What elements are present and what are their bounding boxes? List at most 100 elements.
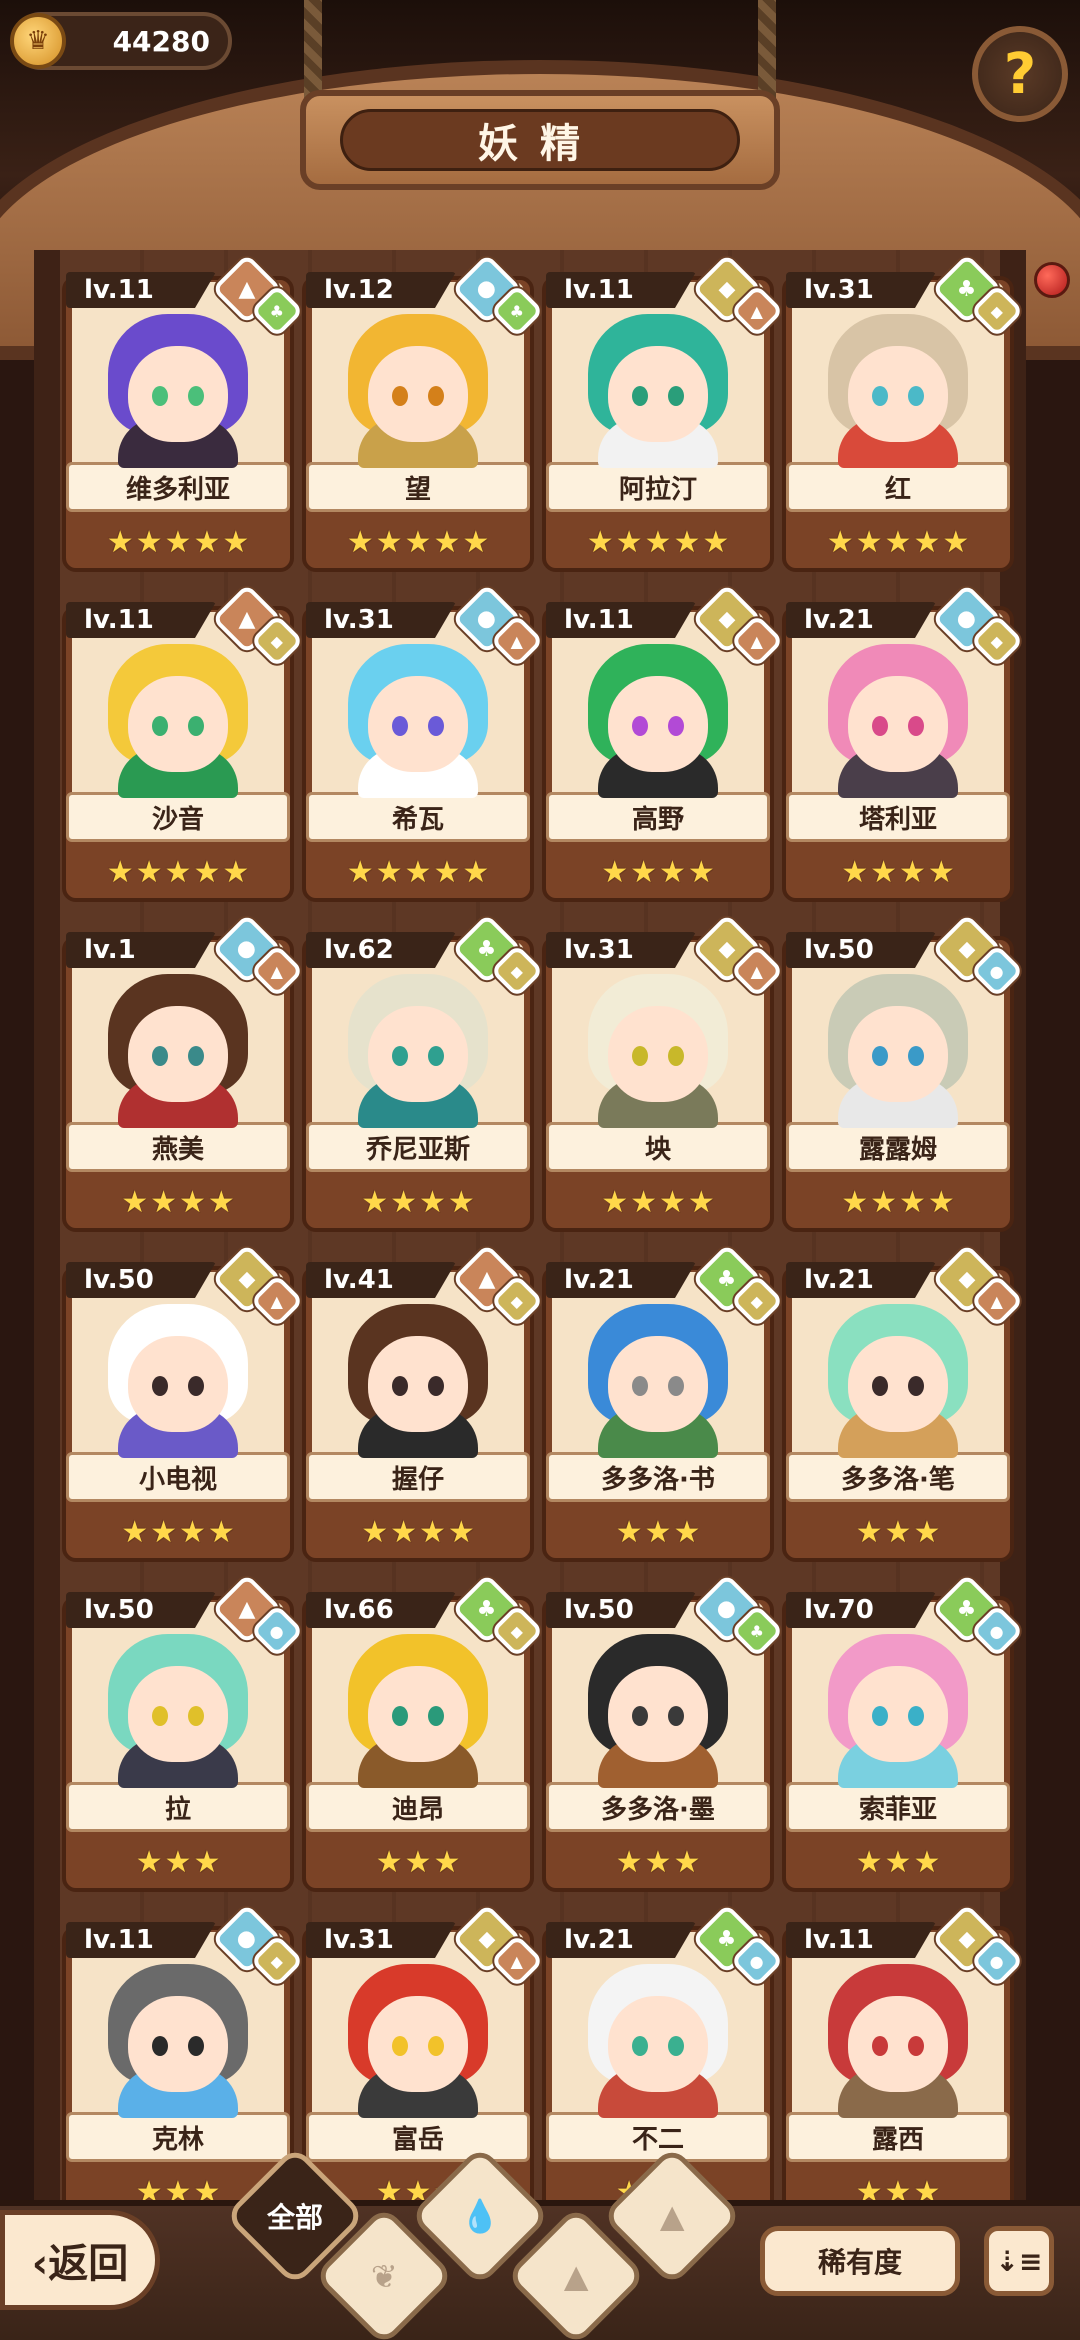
star-icon: ★	[644, 1514, 672, 1550]
help-button[interactable]: ?	[972, 26, 1068, 122]
fairy-face	[608, 1006, 708, 1102]
fairy-eye	[908, 1706, 924, 1726]
fairy-face	[128, 1996, 228, 2092]
star-icon: ★	[193, 524, 221, 560]
star-icon: ★	[826, 524, 854, 560]
star-icon: ★	[841, 1184, 869, 1220]
fairy-card[interactable]: lv.11 ▲ ♣ 维多利亚 ★ ★ ★ ★ ★	[62, 253, 304, 574]
fairy-portrait	[816, 308, 980, 468]
fairy-eye	[668, 386, 684, 406]
fairy-eye	[428, 1376, 444, 1396]
fairy-card[interactable]: lv.11 ● ◆ 克林 ★ ★ ★	[62, 1903, 304, 2224]
fairy-eye	[188, 1376, 204, 1396]
level-badge: lv.11	[546, 602, 696, 638]
fairy-card[interactable]: lv.1 ● ▲ 燕美 ★ ★ ★ ★	[62, 913, 304, 1234]
star-icon: ★	[462, 854, 490, 890]
star-icon: ★	[855, 1514, 883, 1550]
level-badge: lv.11	[66, 1922, 216, 1958]
fairy-card[interactable]: lv.66 ♣ ◆ 迪昂 ★ ★ ★	[302, 1573, 544, 1894]
sort-order-button[interactable]: ⇣≡	[984, 2226, 1054, 2296]
fairy-eye	[152, 1376, 168, 1396]
star-icon: ★	[644, 1844, 672, 1880]
rarity-sort-button[interactable]: 稀有度	[760, 2226, 960, 2296]
star-icon: ★	[601, 1184, 629, 1220]
fairy-eye	[908, 386, 924, 406]
level-badge: lv.70	[786, 1592, 936, 1628]
fairy-card[interactable]: lv.21 ♣ ◆ 多多洛·书 ★ ★ ★	[542, 1243, 784, 1564]
star-icon: ★	[179, 1514, 206, 1550]
fairy-eye	[392, 1376, 408, 1396]
star-icon: ★	[222, 524, 250, 560]
level-badge: lv.11	[66, 602, 216, 638]
star-icon: ★	[615, 1514, 643, 1550]
fairy-face	[848, 1996, 948, 2092]
fairy-card[interactable]: lv.12 ● ♣ 望 ★ ★ ★ ★ ★	[302, 253, 544, 574]
star-icon: ★	[375, 1844, 403, 1880]
fairy-name: 沙音	[66, 792, 290, 842]
fairy-card[interactable]: lv.31 ◆ ▲ 坱 ★ ★ ★ ★	[542, 913, 784, 1234]
fairy-portrait	[816, 1958, 980, 2118]
fairy-card[interactable]: lv.50 ▲ ● 拉 ★ ★ ★	[62, 1573, 304, 1894]
fairy-portrait	[816, 638, 980, 798]
star-icon: ★	[390, 1184, 417, 1220]
fairy-card[interactable]: lv.21 ◆ ▲ 多多洛·笔 ★ ★ ★	[782, 1243, 1024, 1564]
fairy-portrait	[96, 1958, 260, 2118]
fairy-face	[128, 676, 228, 772]
fairy-eye	[188, 386, 204, 406]
back-button[interactable]: ‹返回	[0, 2210, 160, 2310]
level-badge: lv.11	[66, 272, 216, 308]
fairy-name: 索菲亚	[786, 1782, 1010, 1832]
star-rating: ★ ★ ★ ★	[792, 850, 1004, 894]
fairy-portrait	[96, 968, 260, 1128]
fairy-card[interactable]: lv.11 ◆ ▲ 阿拉汀 ★ ★ ★ ★ ★	[542, 253, 784, 574]
star-icon: ★	[135, 854, 163, 890]
level-badge: lv.50	[66, 1262, 216, 1298]
fairy-eye	[632, 2036, 648, 2056]
fairy-name: 富岳	[306, 2112, 530, 2162]
fairy-portrait	[96, 308, 260, 468]
fairy-card[interactable]: lv.11 ◆ ▲ 高野 ★ ★ ★ ★	[542, 583, 784, 904]
fairy-card[interactable]: lv.11 ▲ ◆ 沙音 ★ ★ ★ ★ ★	[62, 583, 304, 904]
star-icon: ★	[419, 1184, 446, 1220]
fairy-card[interactable]: lv.21 ● ◆ 塔利亚 ★ ★ ★ ★	[782, 583, 1024, 904]
fairy-portrait	[576, 1298, 740, 1458]
star-icon: ★	[179, 1184, 206, 1220]
fairy-name: 拉	[66, 1782, 290, 1832]
fairy-card[interactable]: lv.50 ◆ ▲ 小电视 ★ ★ ★ ★	[62, 1243, 304, 1564]
fairy-card[interactable]: lv.62 ♣ ◆ 乔尼亚斯 ★ ★ ★ ★	[302, 913, 544, 1234]
fairy-card[interactable]: lv.41 ▲ ◆ 握仔 ★ ★ ★ ★	[302, 1243, 544, 1564]
star-icon: ★	[121, 1184, 149, 1220]
water-drop-icon: 💧	[460, 2197, 500, 2235]
fairy-card[interactable]: lv.31 ● ▲ 希瓦 ★ ★ ★ ★ ★	[302, 583, 544, 904]
level-badge: lv.31	[306, 602, 456, 638]
star-icon: ★	[375, 524, 403, 560]
star-rating: ★ ★ ★ ★ ★	[552, 520, 764, 564]
fairy-eye	[392, 1046, 408, 1066]
star-icon: ★	[419, 1514, 446, 1550]
fairy-name: 多多洛·笔	[786, 1452, 1010, 1502]
fairy-card[interactable]: lv.50 ◆ ● 露露姆 ★ ★ ★ ★	[782, 913, 1024, 1234]
fairy-face	[368, 1006, 468, 1102]
star-icon: ★	[462, 524, 490, 560]
level-badge: lv.21	[546, 1922, 696, 1958]
star-icon: ★	[106, 854, 134, 890]
star-icon: ★	[346, 524, 374, 560]
star-icon: ★	[870, 1184, 897, 1220]
star-icon: ★	[630, 854, 657, 890]
fairy-card[interactable]: lv.31 ♣ ◆ 红 ★ ★ ★ ★ ★	[782, 253, 1024, 574]
level-badge: lv.11	[786, 1922, 936, 1958]
fairy-eye	[872, 2036, 888, 2056]
fairy-eye	[188, 716, 204, 736]
fairy-name: 坱	[546, 1122, 770, 1172]
fairy-card[interactable]: lv.70 ♣ ● 索菲亚 ★ ★ ★	[782, 1573, 1024, 1894]
star-rating: ★ ★ ★ ★	[552, 1180, 764, 1224]
fairy-card[interactable]: lv.50 ● ♣ 多多洛·墨 ★ ★ ★	[542, 1573, 784, 1894]
star-icon: ★	[150, 1514, 177, 1550]
fairy-face	[608, 1336, 708, 1432]
fairy-card[interactable]: lv.11 ◆ ● 露西 ★ ★ ★	[782, 1903, 1024, 2224]
star-icon: ★	[106, 524, 134, 560]
fairy-portrait	[816, 968, 980, 1128]
fairy-face	[848, 1006, 948, 1102]
fairy-portrait	[96, 1628, 260, 1788]
fairy-eye	[392, 2036, 408, 2056]
